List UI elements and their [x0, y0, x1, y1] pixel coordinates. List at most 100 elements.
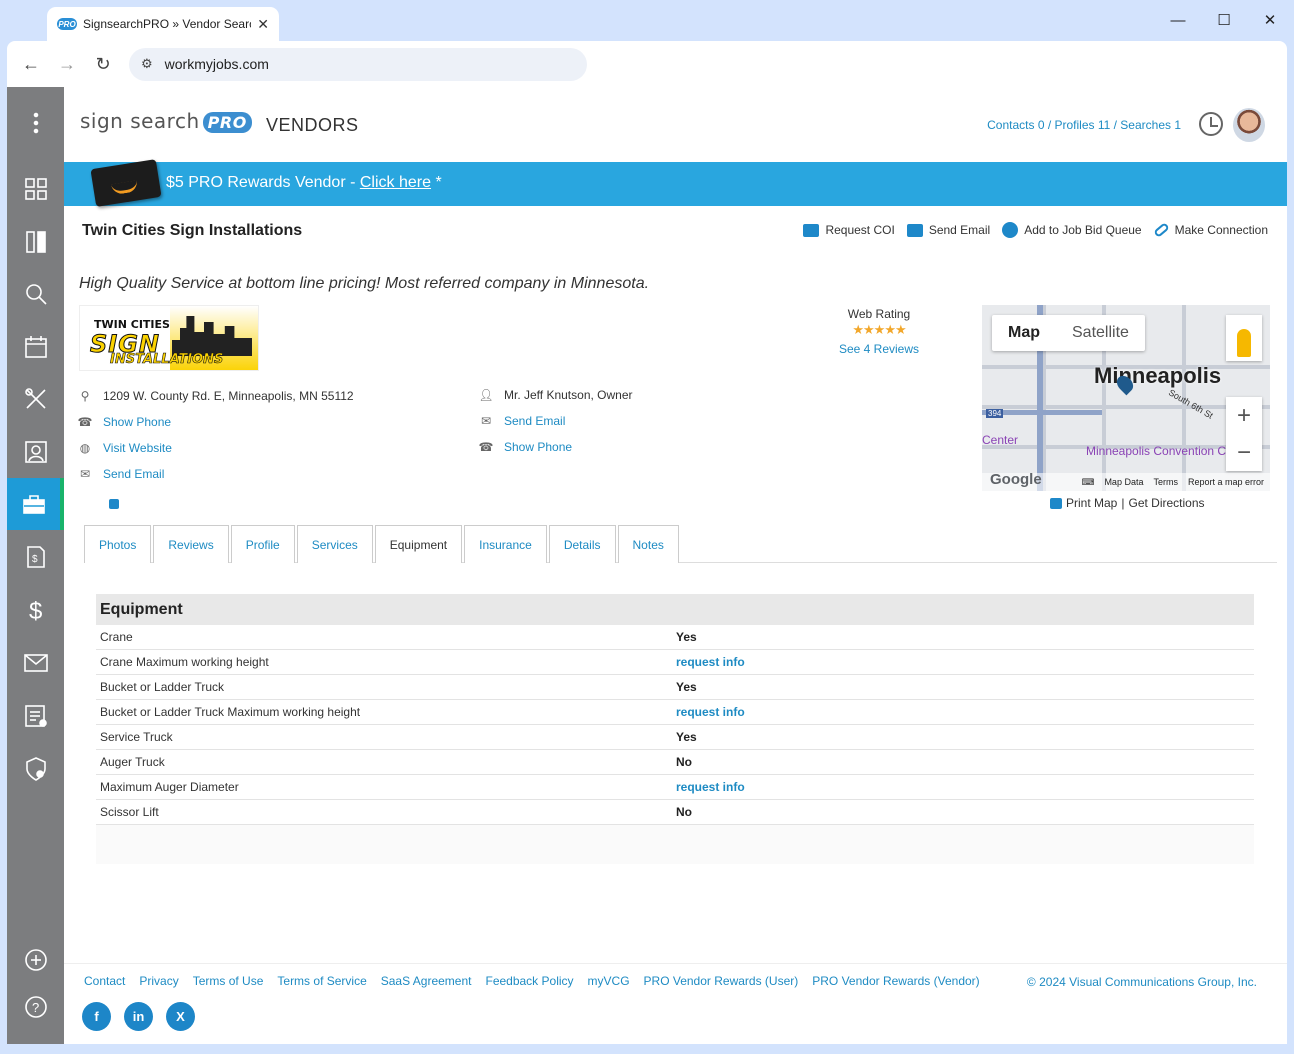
contacts-profiles-searches-link[interactable]: Contacts 0 / Profiles 11 / Searches 1 — [987, 118, 1181, 132]
map-view-button[interactable]: Map — [992, 315, 1056, 351]
social-links: f in X — [82, 1002, 195, 1031]
tab-profile[interactable]: Profile — [230, 525, 295, 563]
tab-services[interactable]: Services — [296, 525, 373, 563]
close-window-icon[interactable]: ✕ — [1258, 8, 1282, 32]
sidebar: $ $ ? — [7, 87, 64, 1044]
page-title: VENDORS — [266, 115, 359, 135]
map-street-label: South 6th St — [1166, 387, 1215, 421]
maximize-icon[interactable]: ☐ — [1212, 8, 1236, 32]
request-coi-button[interactable]: Request COI — [803, 222, 895, 238]
keyboard-icon[interactable]: ⌨ — [1081, 477, 1094, 488]
calendar-icon[interactable] — [7, 321, 64, 373]
make-connection-button[interactable]: Make Connection — [1152, 222, 1268, 238]
print-map-link[interactable]: Print Map — [1066, 496, 1117, 510]
history-clock-icon[interactable] — [1199, 112, 1223, 136]
request-info-link[interactable]: request info — [676, 655, 745, 669]
facebook-icon[interactable]: f — [82, 1002, 111, 1031]
footer-link[interactable]: PRO Vendor Rewards (User) — [644, 974, 799, 988]
tab-notes[interactable]: Notes — [617, 525, 679, 563]
tab-details[interactable]: Details — [548, 525, 616, 563]
tab-equipment[interactable]: Equipment — [374, 525, 463, 563]
request-info-link[interactable]: request info — [676, 705, 745, 719]
map-center-label: Center — [982, 433, 1019, 447]
equipment-label: Crane — [100, 630, 133, 644]
certificate-icon — [803, 223, 820, 237]
request-coi-label: Request COI — [825, 223, 895, 237]
table-row: Crane Maximum working height request info — [96, 650, 1254, 675]
zoom-out-button[interactable]: − — [1226, 434, 1262, 471]
see-reviews-link[interactable]: See 4 Reviews — [804, 342, 954, 356]
minimize-icon[interactable]: — — [1166, 8, 1190, 32]
send-email-button[interactable]: Send Email — [906, 222, 990, 238]
send-email-link[interactable]: Send Email — [103, 467, 164, 481]
invoice-icon[interactable]: $ — [7, 531, 64, 583]
get-directions-link[interactable]: Get Directions — [1128, 496, 1204, 510]
map-marker-icon: ⚲ — [80, 389, 90, 403]
satellite-view-button[interactable]: Satellite — [1056, 315, 1145, 351]
map-terms-link[interactable]: Terms — [1153, 477, 1178, 487]
logo-pro-badge: PRO — [202, 112, 252, 133]
amazon-gift-card-icon — [90, 159, 162, 207]
logo-text: sign search — [80, 109, 200, 133]
page-header: sign search PRO VENDORS Contacts 0 / Prof… — [64, 87, 1287, 162]
tab-insurance[interactable]: Insurance — [464, 525, 547, 563]
zoom-in-button[interactable]: + — [1226, 397, 1262, 434]
dollar-icon[interactable]: $ — [7, 584, 64, 636]
banner-click-here-link[interactable]: Click here — [360, 174, 431, 191]
equipment-label: Bucket or Ladder Truck — [100, 680, 225, 694]
help-icon[interactable]: ? — [7, 981, 64, 1033]
dashboard-icon[interactable] — [7, 163, 64, 215]
footer-link[interactable]: Feedback Policy — [485, 974, 573, 988]
site-settings-icon[interactable]: ⚙ — [141, 56, 153, 72]
make-connection-label: Make Connection — [1174, 223, 1268, 237]
show-phone-link[interactable]: Show Phone — [103, 415, 171, 429]
user-avatar[interactable] — [1233, 108, 1265, 142]
forward-arrow-icon[interactable]: → — [53, 50, 81, 78]
x-twitter-icon[interactable]: X — [166, 1002, 195, 1031]
notes-icon[interactable] — [7, 690, 64, 742]
map-data-link[interactable]: Map Data — [1104, 477, 1143, 487]
visit-website-link[interactable]: Visit Website — [103, 441, 172, 455]
google-map[interactable]: Map Satellite Minneapolis South 6th St 3… — [982, 305, 1270, 491]
linkedin-icon[interactable]: in — [124, 1002, 153, 1031]
footer-link[interactable]: Terms of Use — [193, 974, 264, 988]
tab-reviews[interactable]: Reviews — [153, 525, 229, 563]
mail-icon[interactable] — [7, 637, 64, 689]
footer-link[interactable]: PRO Vendor Rewards (Vendor) — [812, 974, 979, 988]
equipment-value: No — [676, 805, 692, 819]
add-circle-icon[interactable] — [7, 934, 64, 986]
link-icon — [1152, 222, 1170, 238]
footer-link[interactable]: SaaS Agreement — [381, 974, 472, 988]
security-shield-icon[interactable] — [7, 743, 64, 795]
signsearch-logo[interactable]: sign search PRO — [80, 109, 252, 133]
email-row: ✉ Send Email — [79, 461, 354, 487]
envelope-icon — [906, 223, 923, 237]
app-window: $ $ ? sign search PRO VENDORS Contacts 0 … — [7, 87, 1287, 1044]
more-menu-icon[interactable] — [7, 97, 64, 149]
contact-send-email-link[interactable]: Send Email — [504, 414, 565, 428]
board-icon[interactable] — [7, 216, 64, 268]
contact-phone-row: ☎ Show Phone — [479, 434, 633, 460]
reload-icon[interactable]: ↻ — [89, 50, 117, 78]
footer-link[interactable]: myVCG — [588, 974, 630, 988]
window-controls: — ☐ ✕ — [1166, 8, 1282, 32]
footer-link[interactable]: Terms of Service — [277, 974, 366, 988]
back-arrow-icon[interactable]: ← — [17, 50, 45, 78]
report-map-error-link[interactable]: Report a map error — [1188, 477, 1264, 487]
add-to-bid-queue-button[interactable]: Add to Job Bid Queue — [1002, 222, 1142, 238]
street-view-pegman-icon[interactable] — [1226, 315, 1262, 361]
contacts-icon[interactable] — [7, 426, 64, 478]
address-bar[interactable]: ⚙ workmyjobs.com — [129, 47, 587, 81]
vendors-toolbox-icon[interactable] — [7, 478, 64, 530]
footer-link[interactable]: Contact — [84, 974, 125, 988]
archive-box-icon[interactable] — [109, 499, 119, 509]
request-info-link[interactable]: request info — [676, 780, 745, 794]
search-icon[interactable] — [7, 268, 64, 320]
contact-show-phone-link[interactable]: Show Phone — [504, 440, 572, 454]
browser-tab[interactable]: PRO SignsearchPRO » Vendor Search ✕ — [47, 7, 279, 41]
tab-photos[interactable]: Photos — [84, 525, 152, 563]
tools-icon[interactable] — [7, 373, 64, 425]
svg-text:?: ? — [32, 1000, 39, 1015]
tab-close-icon[interactable]: ✕ — [257, 16, 269, 33]
footer-link[interactable]: Privacy — [139, 974, 178, 988]
